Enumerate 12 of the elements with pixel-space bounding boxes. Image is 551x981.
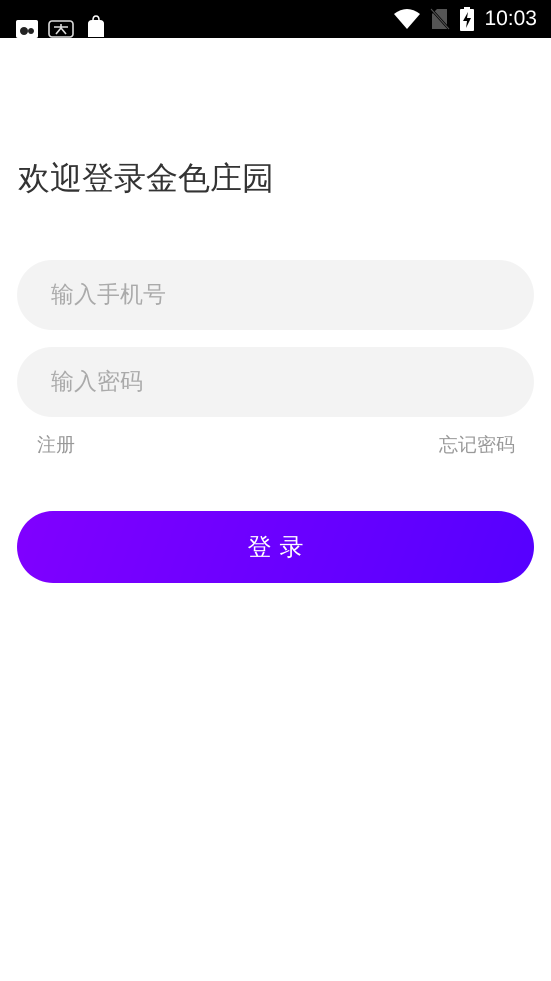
register-link[interactable]: 注册 (37, 431, 75, 459)
no-sim-icon (430, 8, 450, 30)
notification-icon (16, 18, 38, 38)
phone-field[interactable]: 输入手机号 (17, 260, 534, 330)
forgot-password-link[interactable]: 忘记密码 (439, 431, 515, 459)
password-field[interactable]: 输入密码 (17, 347, 534, 417)
battery-charging-icon (460, 7, 474, 31)
wifi-icon (394, 9, 420, 29)
welcome-title: 欢迎登录金色庄园 (18, 158, 275, 198)
notification-icon (48, 18, 74, 38)
clock-time: 10:03 (484, 7, 537, 31)
login-button[interactable]: 登 录 (17, 511, 534, 583)
